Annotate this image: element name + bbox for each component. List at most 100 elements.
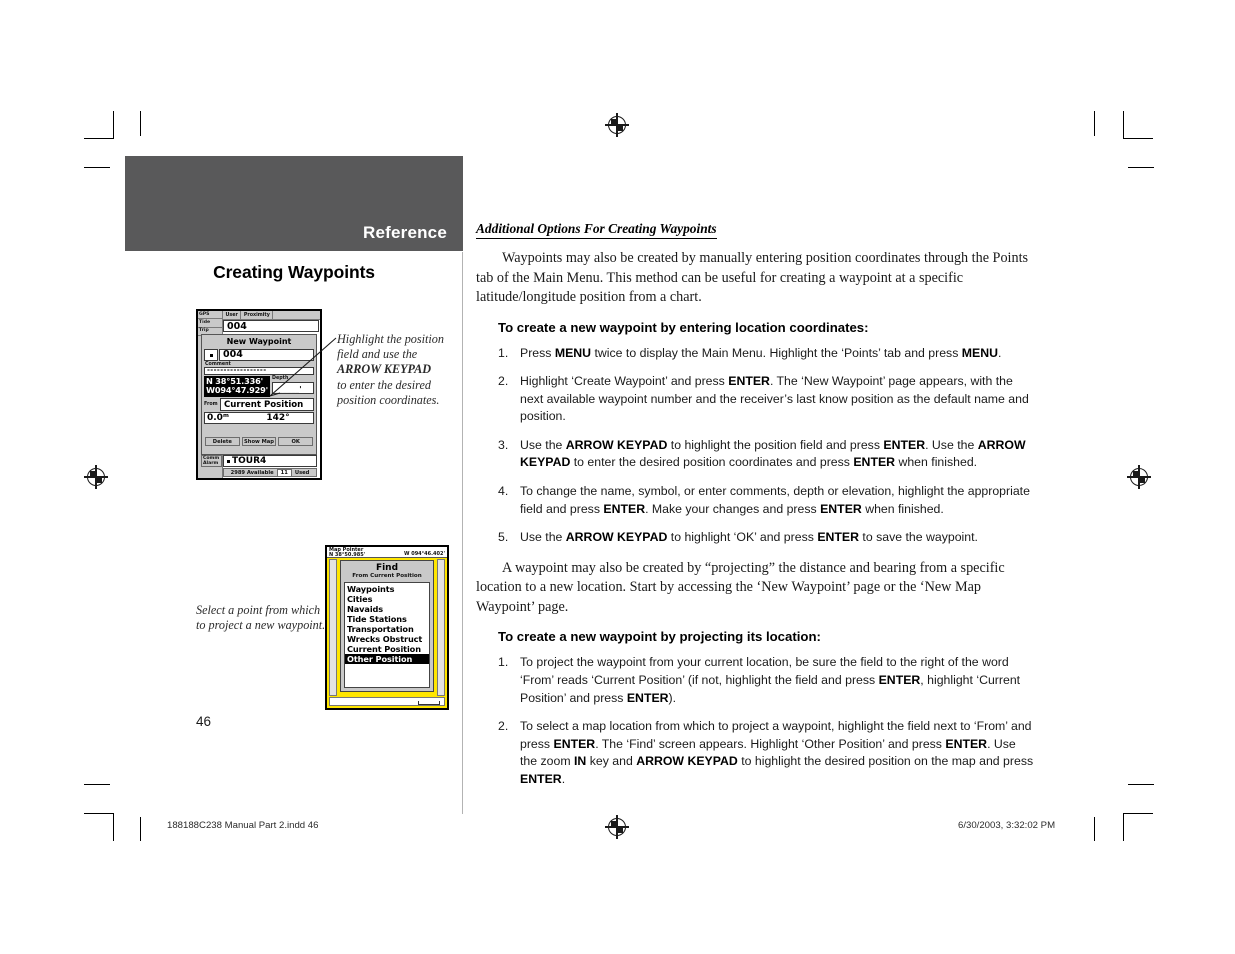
- footer-filename: 188188C238 Manual Part 2.indd 46: [167, 820, 319, 831]
- delete-button[interactable]: Delete: [205, 437, 240, 446]
- procedure-steps-projecting: 1. To project the waypoint from your curr…: [476, 654, 1036, 788]
- find-item-navaids[interactable]: Navaids: [345, 604, 429, 614]
- step-projecting-1-text: ).: [668, 690, 677, 705]
- column-divider: [462, 252, 463, 814]
- used-label: Used: [294, 469, 310, 476]
- step-coordinates-4-key: ENTER: [820, 501, 862, 516]
- step-coordinates-3-text: to highlight the position field and pres…: [667, 437, 884, 452]
- position-longitude: W094°47.929': [206, 385, 268, 396]
- crop-mark-tr-v: [1094, 111, 1096, 136]
- tab-alarm[interactable]: Alarm: [203, 461, 220, 466]
- step-coordinates-1-text: .: [998, 345, 1002, 360]
- step-projecting-2-key: ENTER: [553, 736, 596, 751]
- find-item-transportation[interactable]: Transportation: [345, 624, 429, 634]
- step-coordinates-2: 2. Highlight ‘Create Waypoint’ and press …: [476, 373, 1036, 426]
- available-label: 2989 Available: [230, 469, 274, 476]
- find-dialog-subtitle: From Current Position: [352, 573, 422, 579]
- step-projecting-2: 2. To select a map location from which to…: [476, 718, 1036, 788]
- bearing-field[interactable]: 142°: [243, 413, 313, 423]
- step-projecting-1-key: ENTER: [626, 690, 669, 705]
- map-pointer-header: Map Pointer N 38°50.985' W 094°46.402': [327, 547, 447, 558]
- subsection-heading: Additional Options For Creating Waypoint…: [476, 221, 717, 239]
- tab-proximity[interactable]: Proximity: [241, 311, 274, 320]
- step-coordinates-5-text: Use the: [520, 530, 566, 545]
- crop-mark-tr-h: [1123, 138, 1153, 140]
- find-item-tide-stations[interactable]: Tide Stations: [345, 614, 429, 624]
- find-item-wrecks-obstruct[interactable]: Wrecks Obstruct: [345, 634, 429, 644]
- route-field[interactable]: TOUR4: [223, 455, 317, 467]
- footer-timestamp: 6/30/2003, 3:32:02 PM: [958, 820, 1056, 831]
- step-coordinates-3-text: . Use the: [925, 437, 978, 452]
- crop-mark-tl-v: [113, 111, 115, 139]
- waypoint-symbol-field[interactable]: [204, 349, 218, 361]
- registration-mark-bottom: [605, 815, 629, 839]
- step-projecting-2-text: to highlight the desired position on the…: [737, 754, 1034, 769]
- page-header-title: Reference: [362, 223, 447, 242]
- step-projecting-2-number: 2.: [498, 719, 509, 734]
- route-name: TOUR4: [232, 456, 267, 466]
- step-coordinates-1-text: Press: [520, 345, 555, 360]
- callout2-line1: Select a point from which: [196, 603, 321, 617]
- position-field[interactable]: N 38°51.336' W094°47.929': [204, 376, 270, 397]
- step-coordinates-5: 5. Use the ARROW KEYPAD to highlight ‘OK’…: [476, 529, 1036, 547]
- step-coordinates-3-key: ARROW KEYPAD: [565, 437, 668, 452]
- callout1-line1: Highlight the position: [337, 332, 444, 346]
- step-coordinates-2-text: Highlight ‘Create Waypoint’ and press: [520, 374, 729, 389]
- map-pointer-longitude: W 094°46.402': [403, 551, 445, 557]
- page-title: Creating Waypoints: [213, 262, 375, 282]
- crop-mark-br-h2: [1123, 813, 1153, 815]
- step-coordinates-3-number: 3.: [498, 437, 509, 452]
- step-coordinates-1-text: twice to display the Main Menu. Highligh…: [591, 345, 962, 360]
- procedure-steps-coordinates: 1. Press MENU twice to display the Main M…: [476, 345, 1036, 547]
- ok-button[interactable]: OK: [278, 437, 314, 446]
- step-coordinates-4-number: 4.: [498, 484, 509, 499]
- crop-mark-tl-v2: [140, 111, 142, 136]
- tab-tide[interactable]: Tide: [198, 319, 222, 328]
- step-coordinates-4-key: ENTER: [603, 501, 646, 516]
- crop-mark-tr-h2: [1128, 167, 1154, 169]
- crop-mark-bl-h2: [84, 813, 114, 815]
- find-item-waypoints[interactable]: Waypoints: [345, 584, 429, 594]
- registration-mark-left: [84, 465, 108, 489]
- callout1-line2: field and use the: [337, 347, 418, 362]
- find-item-other-position[interactable]: Other Position: [345, 654, 429, 664]
- step-coordinates-5-key: ENTER: [817, 530, 859, 545]
- step-coordinates-4: 4. To change the name, symbol, or enter c…: [476, 483, 1036, 518]
- intro-paragraph: Waypoints may also be created by manuall…: [476, 250, 1029, 305]
- procedure-heading-projecting: To create a new waypoint by projecting i…: [498, 629, 821, 645]
- waypoint-symbol-icon: [210, 354, 213, 357]
- from-field[interactable]: Current Position: [220, 398, 314, 411]
- from-row: From Current Position: [204, 398, 314, 411]
- step-coordinates-2-key: ENTER: [728, 374, 770, 389]
- callout2-line2: to project a new waypoint.: [196, 618, 326, 633]
- registration-mark-right: [1127, 465, 1151, 489]
- crop-mark-tl-h: [84, 138, 114, 140]
- callout-leader-line: [269, 337, 337, 397]
- crop-mark-bl-v: [113, 813, 115, 841]
- tab-gps[interactable]: GPS: [198, 311, 222, 320]
- callout1-line4: to enter the desired: [337, 377, 431, 392]
- step-coordinates-1-key: MENU: [554, 345, 592, 360]
- page-number: 46: [196, 714, 212, 729]
- crop-mark-br-v: [1123, 813, 1125, 841]
- map-left-strip: [329, 559, 337, 696]
- route-row: Comm Alarm TOUR4: [201, 455, 317, 467]
- find-item-cities[interactable]: Cities: [345, 594, 429, 604]
- step-projecting-1-number: 1.: [498, 655, 509, 670]
- map-scale-bar-row: [329, 697, 445, 706]
- step-projecting-1-key: ENTER: [878, 672, 921, 687]
- tab-user[interactable]: User: [223, 311, 242, 320]
- step-projecting-2-key: ENTER: [945, 736, 988, 751]
- find-item-current-position[interactable]: Current Position: [345, 644, 429, 654]
- distance-field[interactable]: 0.0ᵐ: [205, 413, 243, 423]
- used-count: 11: [276, 468, 292, 477]
- show-map-button[interactable]: Show Map: [241, 437, 277, 446]
- step-projecting-2-text: .: [561, 771, 566, 786]
- waypoint-button-row: Delete Show Map OK: [205, 437, 314, 446]
- waypoint-list-field[interactable]: 004: [223, 320, 319, 332]
- callout1-arrow-keypad: ARROW KEYPAD: [337, 362, 432, 377]
- step-projecting-2-key: IN: [574, 754, 587, 769]
- step-coordinates-3-text: to enter the desired position coordinate…: [570, 455, 854, 470]
- crop-mark-bl-h: [84, 784, 110, 786]
- step-coordinates-1-key: MENU: [961, 345, 998, 360]
